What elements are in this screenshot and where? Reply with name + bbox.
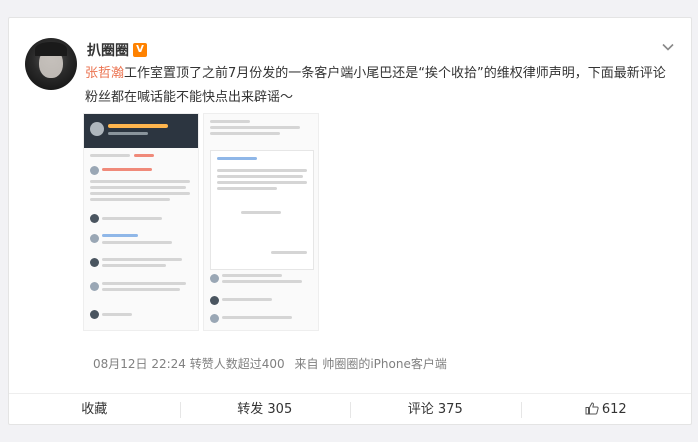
post-date[interactable]: 08月12日 22:24: [93, 357, 186, 371]
repost-label: 转发 305: [237, 401, 293, 417]
image-thumbnail-1[interactable]: [83, 113, 199, 331]
post-source[interactable]: 来自 帅圈圈的iPhone客户端: [295, 357, 447, 371]
document-preview: [210, 150, 314, 270]
vip-badge-icon: V: [133, 43, 147, 57]
comment-button[interactable]: 评论 375: [350, 394, 521, 426]
repost-button[interactable]: 转发 305: [179, 394, 351, 426]
like-count: 612: [601, 401, 627, 417]
mention-link[interactable]: 张哲瀚: [85, 66, 124, 81]
repost-info: 转赞人数超过400: [189, 357, 285, 371]
image-thumbnail-2[interactable]: [203, 113, 319, 331]
action-bar: 收藏 转发 305 评论 375 612: [9, 393, 691, 425]
avatar[interactable]: [25, 38, 77, 90]
like-button[interactable]: 612: [520, 394, 692, 426]
post-meta: 08月12日 22:24 转赞人数超过400 来自 帅圈圈的iPhone客户端: [93, 355, 447, 372]
thumbs-up-icon: [585, 396, 599, 414]
weibo-post-card: 扒圈圈 V 张哲瀚工作室置顶了之前7月份发的一条客户端小尾巴还是“挨个收拾”的维…: [8, 17, 692, 425]
screenshot-header: [84, 114, 198, 148]
comment-label: 评论 375: [407, 401, 463, 417]
post-text: 张哲瀚工作室置顶了之前7月份发的一条客户端小尾巴还是“挨个收拾”的维权律师声明，…: [85, 62, 677, 110]
username[interactable]: 扒圈圈: [87, 40, 129, 60]
favorite-label: 收藏: [81, 401, 108, 417]
image-grid: [83, 113, 319, 331]
chevron-down-icon[interactable]: [661, 40, 675, 54]
post-body: 工作室置顶了之前7月份发的一条客户端小尾巴还是“挨个收拾”的维权律师声明，下面最…: [85, 66, 666, 105]
favorite-button[interactable]: 收藏: [9, 394, 180, 426]
user-row: 扒圈圈 V: [87, 40, 147, 60]
